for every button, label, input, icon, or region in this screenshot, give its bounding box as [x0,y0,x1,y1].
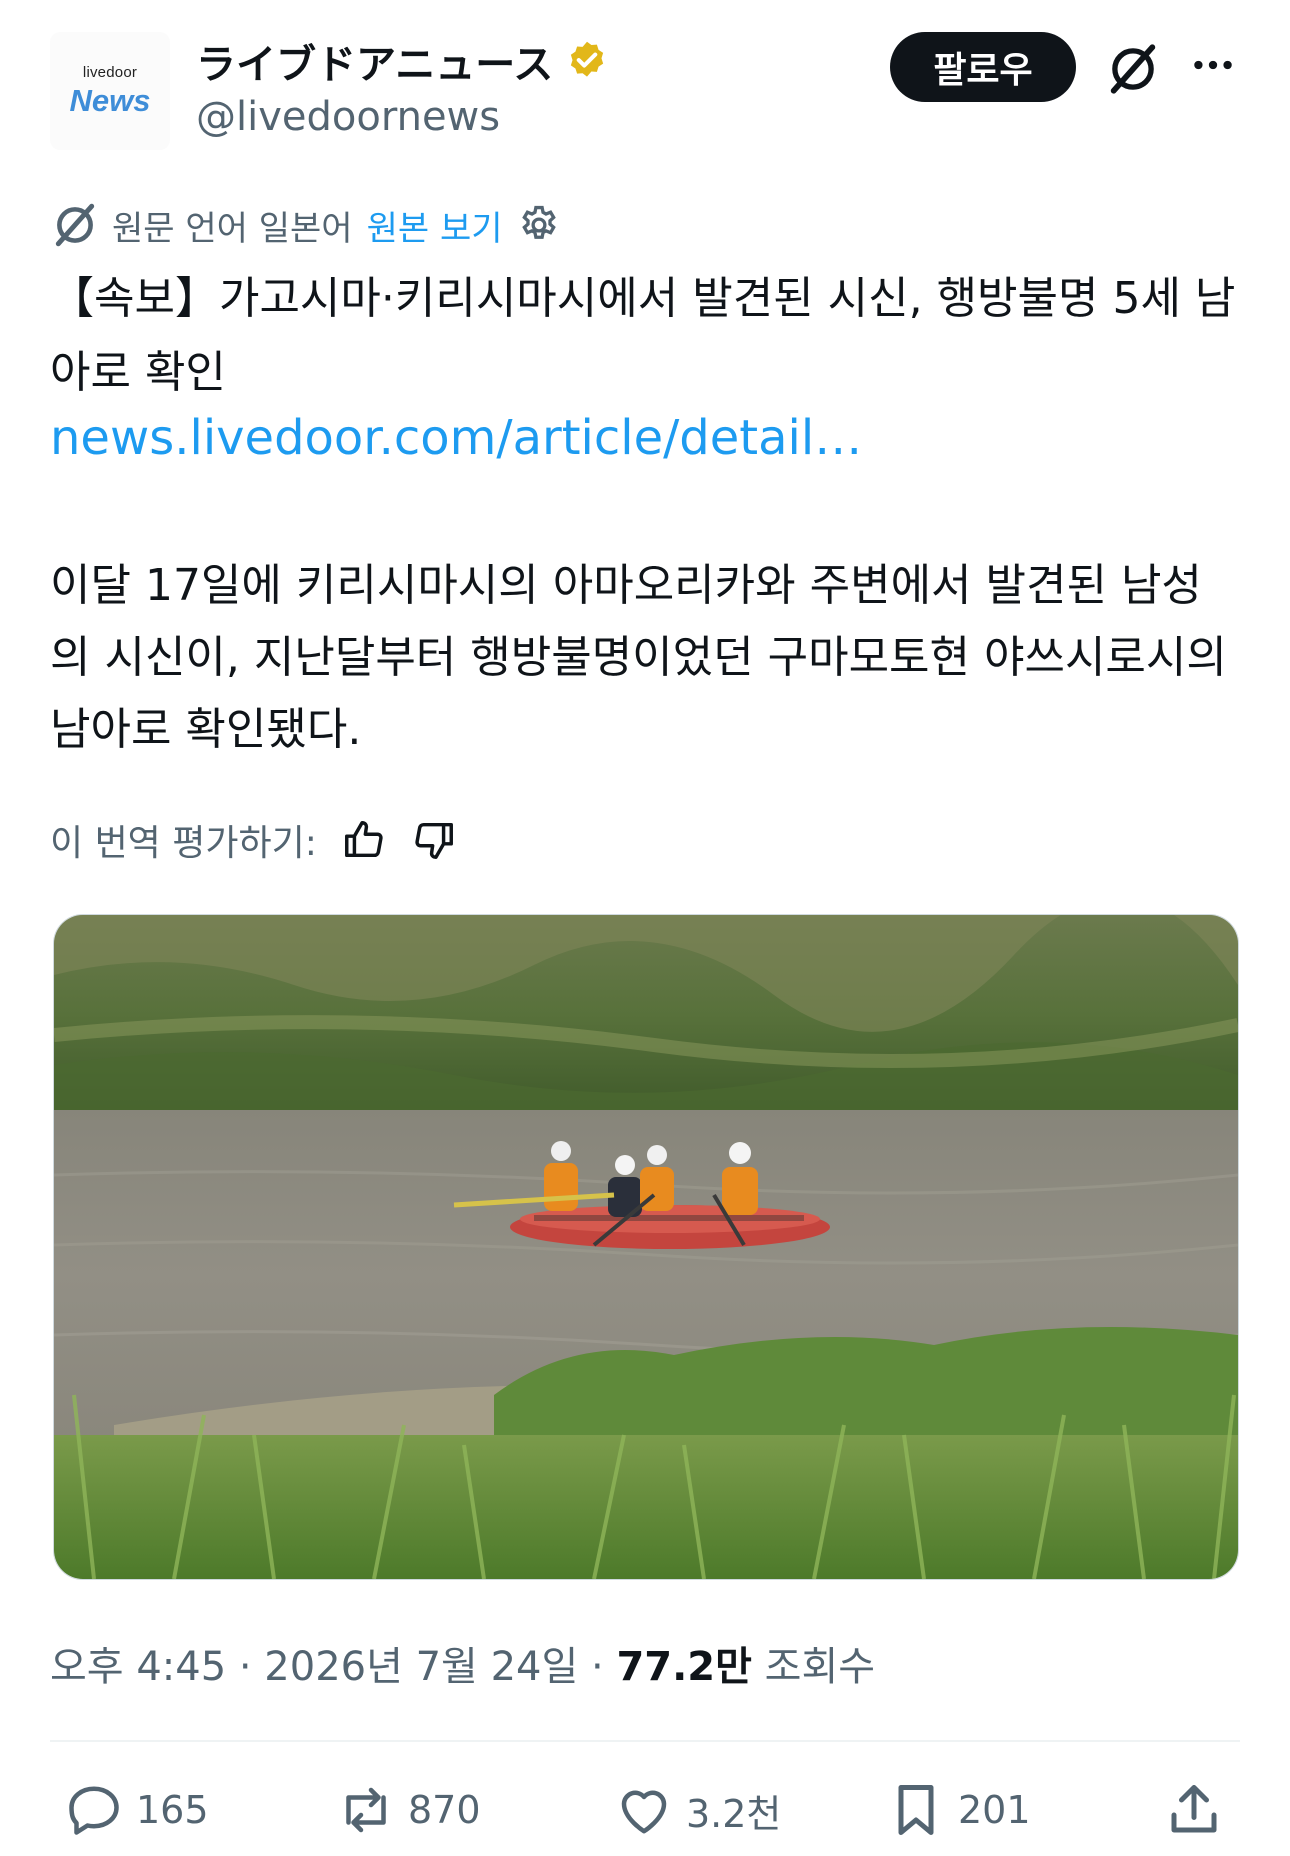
post-date[interactable]: 2026년 7월 24일 [264,1644,578,1690]
source-language-text: 원문 언어 일본어 [112,208,353,249]
bookmark-count: 201 [958,1788,1031,1832]
thumbs-down-icon[interactable] [411,817,457,863]
river-rescue-photo [54,915,1238,1579]
translate-icon [55,203,95,247]
follow-button[interactable]: 팔로우 [890,32,1076,102]
bookmark-button[interactable]: 201 [886,1780,1031,1840]
translation-info: 원문 언어 일본어 원본 보기 [50,200,561,250]
view-count-label: 조회수 [751,1644,876,1690]
reply-icon [69,1786,119,1835]
repost-count: 870 [408,1788,481,1832]
like-icon [621,1790,667,1834]
verified-badge-icon [571,41,604,77]
reply-count: 165 [136,1788,209,1832]
grok-icon[interactable] [1104,40,1162,98]
display-name[interactable]: ライブドアニュース [196,32,609,90]
post-meta: 오후 4:45 · 2026년 7월 24일 · 77.2만 조회수 [50,1634,875,1692]
account-avatar[interactable]: livedoor News [50,32,170,150]
avatar-logo-small-text: livedoor [82,63,138,81]
share-icon [1171,1785,1217,1833]
post-image[interactable] [53,914,1239,1580]
meta-separator: · [578,1644,617,1690]
avatar-logo-big-text: News [69,82,151,118]
display-name-text: ライブドアニュース [196,42,554,88]
repost-button[interactable]: 870 [336,1780,481,1840]
reply-button[interactable]: 165 [64,1780,209,1840]
view-count: 77.2만 [616,1644,752,1690]
divider [50,1740,1240,1742]
settings-gear-icon[interactable] [517,203,561,247]
like-button[interactable]: 3.2천 [614,1780,781,1840]
post-title: 【속보】가고시마·키리시마시에서 발견된 시신, 행방불명 5세 남아로 확인 [50,273,1236,398]
bookmark-icon [898,1785,934,1835]
repost-icon [346,1787,386,1833]
post-time[interactable]: 오후 4:45 [50,1644,226,1690]
share-button[interactable] [1164,1780,1236,1840]
rate-label: 이 번역 평가하기: [50,823,317,864]
more-icon[interactable] [1188,40,1238,90]
view-original-link[interactable]: 원본 보기 [367,201,503,250]
meta-separator: · [226,1644,265,1690]
account-handle[interactable]: @livedoornews [196,94,500,140]
post-body: 이달 17일에 키리시마시의 아마오리카와 주변에서 발견된 남성의 시신이, … [50,560,1227,755]
rate-translation: 이 번역 평가하기: [50,814,457,866]
like-count: 3.2천 [686,1791,782,1836]
thumbs-up-icon[interactable] [341,817,387,863]
article-link[interactable]: news.livedoor.com/article/detail… [50,410,862,466]
